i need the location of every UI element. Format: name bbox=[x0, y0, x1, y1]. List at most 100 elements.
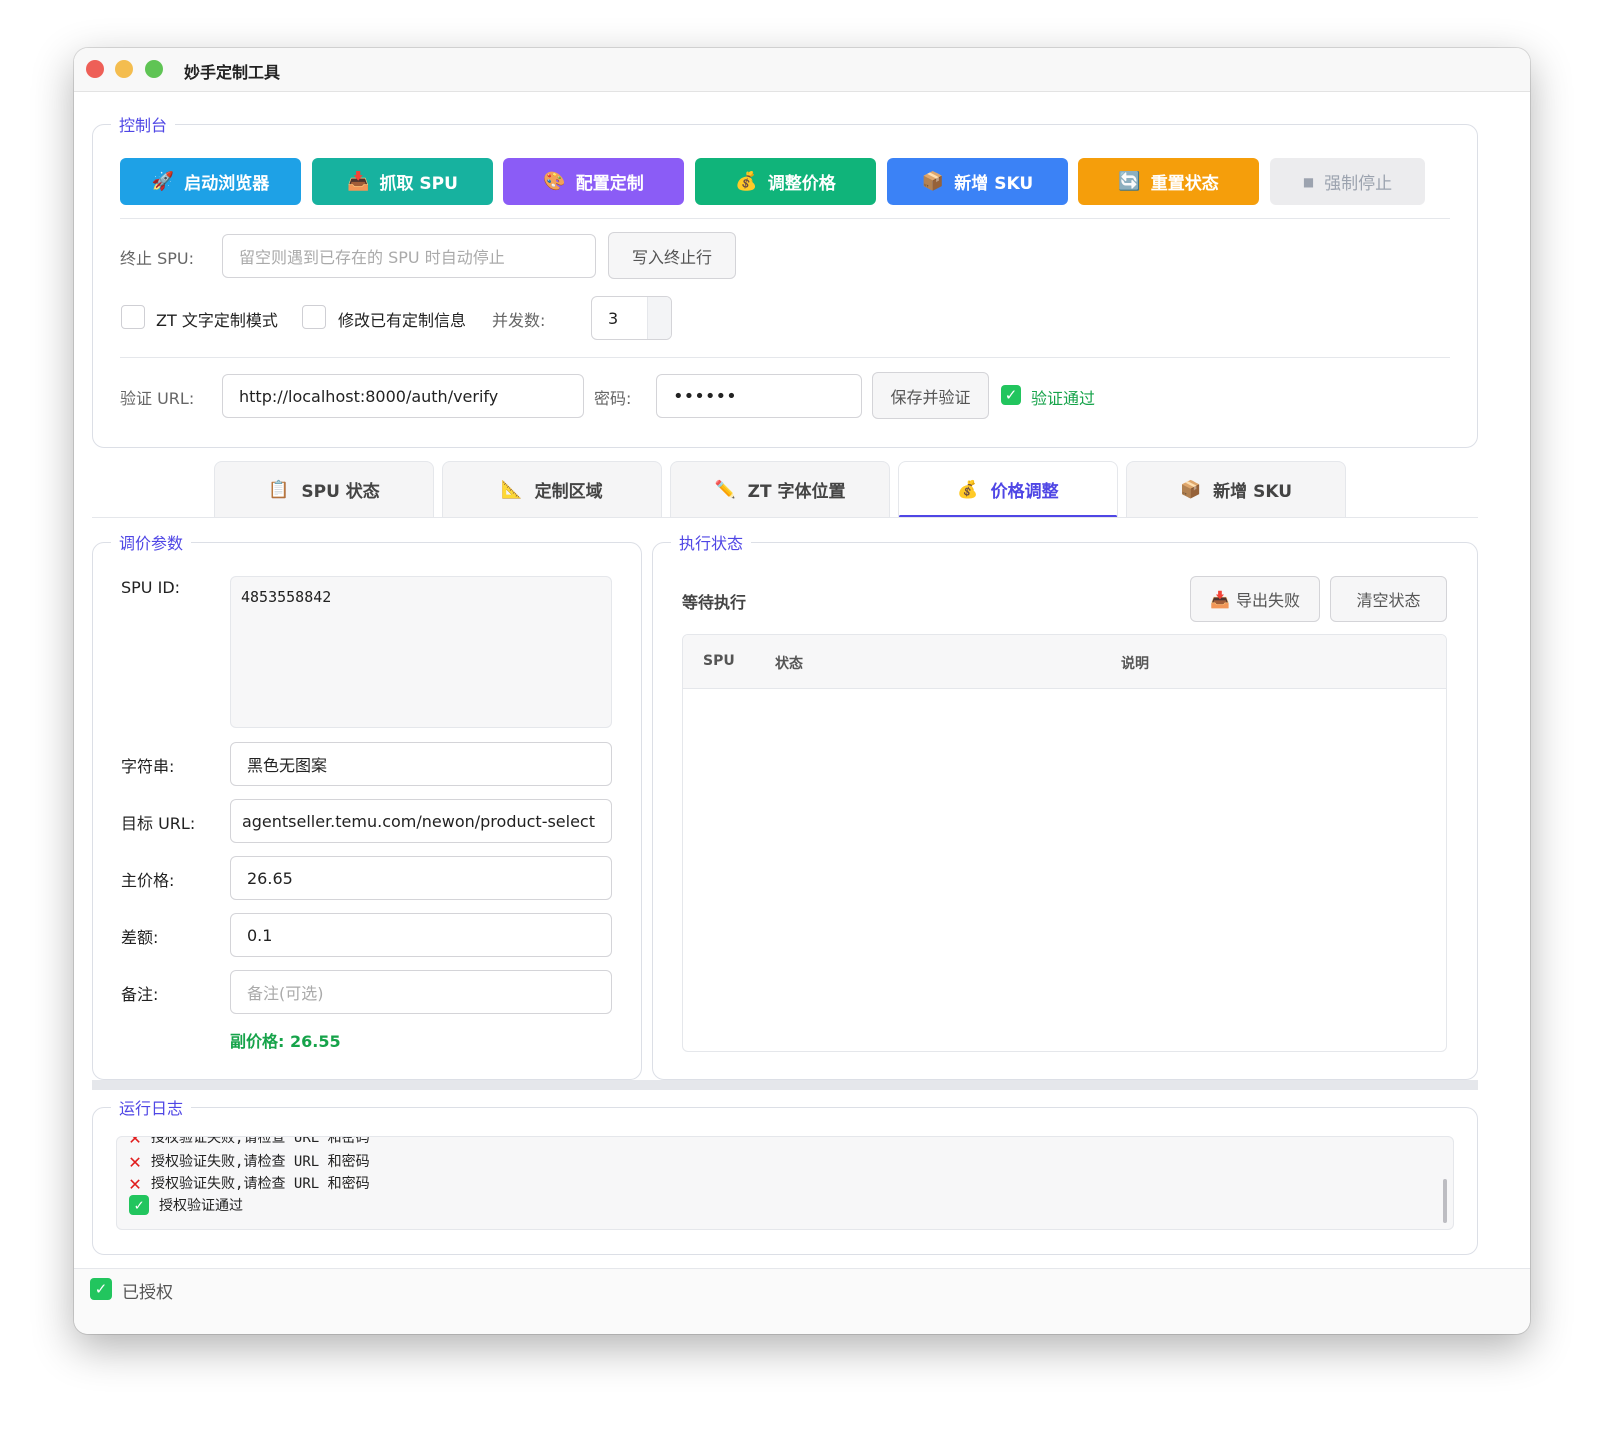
diff-label: 差额: bbox=[121, 928, 159, 947]
tab-spu-status[interactable]: 📋 SPU 状态 bbox=[214, 461, 434, 517]
concurrency-value: 3 bbox=[608, 308, 619, 328]
tab-custom-area[interactable]: 📐 定制区域 bbox=[442, 461, 662, 517]
target-url-input[interactable]: agentseller.temu.com/newon/product-selec… bbox=[230, 799, 612, 843]
zt-mode-label: ZT 文字定制模式 bbox=[156, 311, 278, 330]
save-verify-button[interactable]: 保存并验证 bbox=[872, 372, 989, 419]
log-scrollbar[interactable] bbox=[1443, 1179, 1447, 1223]
splitter-handle[interactable] bbox=[92, 1080, 1478, 1090]
concurrency-label: 并发数: bbox=[492, 311, 546, 330]
run-log-title: 运行日志 bbox=[111, 1095, 192, 1119]
log-line-text: 授权验证通过 bbox=[159, 1198, 243, 1214]
tab-spu-status-icon: 📋 bbox=[268, 479, 290, 500]
config-custom-button[interactable]: 🎨 配置定制 bbox=[503, 158, 684, 205]
note-input[interactable]: 备注(可选) bbox=[230, 970, 612, 1014]
authorized-check-icon: ✓ bbox=[90, 1278, 112, 1300]
reset-status-icon: 🔄 bbox=[1118, 171, 1141, 192]
launch-browser-label: 启动浏览器 bbox=[184, 174, 270, 194]
log-line-text: 授权验证失败,请检查 URL 和密码 bbox=[151, 1176, 370, 1192]
reset-status-label: 重置状态 bbox=[1150, 174, 1219, 194]
diff-input[interactable]: 0.1 bbox=[230, 913, 612, 957]
tab-price-adjust-icon: 💰 bbox=[957, 479, 979, 500]
tab-price-adjust-label: 价格调整 bbox=[990, 482, 1059, 502]
add-sku-icon: 📦 bbox=[921, 171, 945, 192]
verify-status-check-icon: ✓ bbox=[1001, 385, 1021, 405]
tab-custom-area-icon: 📐 bbox=[501, 479, 523, 500]
console-title: 控制台 bbox=[111, 112, 176, 136]
spu-id-label: SPU ID: bbox=[121, 578, 181, 597]
exec-status-table: SPU 状态 说明 bbox=[682, 634, 1447, 1052]
spu-id-value: 4853558842 bbox=[241, 588, 332, 606]
tab-zt-font-position-icon: ✏️ bbox=[714, 479, 736, 500]
log-line-text: 授权验证失败,请检查 URL 和密码 bbox=[151, 1136, 370, 1146]
title-bar: 妙手定制工具 bbox=[74, 48, 1530, 92]
error-cross-icon: ✕ bbox=[129, 1149, 142, 1173]
error-cross-icon: ✕ bbox=[129, 1136, 142, 1149]
config-custom-label: 配置定制 bbox=[575, 174, 644, 194]
note-label: 备注: bbox=[121, 985, 159, 1004]
write-stop-button[interactable]: 写入终止行 bbox=[608, 232, 736, 279]
stop-spu-label: 终止 SPU: bbox=[120, 249, 194, 268]
add-sku-button[interactable]: 📦 新增 SKU bbox=[887, 158, 1068, 205]
exec-status-title: 执行状态 bbox=[671, 530, 752, 554]
string-input[interactable]: 黑色无图案 bbox=[230, 742, 612, 786]
close-window-button[interactable] bbox=[86, 60, 104, 78]
minimize-window-button[interactable] bbox=[115, 60, 133, 78]
log-line: ✓ 授权验证通过 bbox=[129, 1195, 243, 1215]
adjust-price-button[interactable]: 💰 调整价格 bbox=[695, 158, 876, 205]
force-stop-label: 强制停止 bbox=[1324, 174, 1393, 194]
adjust-price-icon: 💰 bbox=[735, 171, 758, 192]
verify-url-input[interactable]: http://localhost:8000/auth/verify bbox=[222, 374, 584, 418]
verify-status-text: 验证通过 bbox=[1031, 389, 1096, 408]
toolbar-divider bbox=[120, 218, 1450, 219]
log-line-text: 授权验证失败,请检查 URL 和密码 bbox=[151, 1154, 370, 1170]
modify-existing-label: 修改已有定制信息 bbox=[338, 311, 467, 330]
exec-status-text: 等待执行 bbox=[682, 593, 747, 612]
log-line: ✕ 授权验证失败,请检查 URL 和密码 bbox=[129, 1173, 370, 1193]
main-price-label: 主价格: bbox=[121, 871, 175, 890]
error-cross-icon: ✕ bbox=[129, 1171, 142, 1195]
fetch-spu-button[interactable]: 📥 抓取 SPU bbox=[312, 158, 493, 205]
stop-spu-input[interactable]: 留空则遇到已存在的 SPU 时自动停止 bbox=[222, 234, 596, 278]
sub-price-text: 副价格: 26.55 bbox=[230, 1032, 341, 1051]
column-header-status[interactable]: 状态 bbox=[775, 653, 803, 673]
window-title: 妙手定制工具 bbox=[184, 63, 281, 82]
fetch-spu-label: 抓取 SPU bbox=[379, 174, 458, 194]
price-params-title: 调价参数 bbox=[111, 530, 192, 554]
launch-browser-button[interactable]: 🚀 启动浏览器 bbox=[120, 158, 301, 205]
force-stop-icon: ■ bbox=[1302, 174, 1315, 189]
spu-id-textarea[interactable]: 4853558842 bbox=[230, 576, 612, 728]
run-log-output[interactable]: ✕ 授权验证失败,请检查 URL 和密码 ✕ 授权验证失败,请检查 URL 和密码 ✕ 授… bbox=[116, 1136, 1454, 1230]
zoom-window-button[interactable] bbox=[145, 60, 163, 78]
modify-existing-checkbox[interactable] bbox=[302, 305, 326, 329]
export-icon: 📥 bbox=[1210, 589, 1230, 609]
statusbar-text: 已授权 bbox=[122, 1283, 173, 1303]
zt-mode-checkbox[interactable] bbox=[121, 305, 145, 329]
export-failed-button[interactable]: 📥 导出失败 bbox=[1190, 576, 1320, 622]
export-failed-label: 导出失败 bbox=[1235, 591, 1300, 610]
tab-zt-font-position-label: ZT 字体位置 bbox=[747, 482, 846, 502]
verify-url-label: 验证 URL: bbox=[120, 389, 195, 408]
tab-price-adjust[interactable]: 💰 价格调整 bbox=[898, 461, 1118, 518]
main-price-input[interactable]: 26.65 bbox=[230, 856, 612, 900]
config-custom-icon: 🎨 bbox=[543, 171, 566, 192]
target-url-label: 目标 URL: bbox=[121, 814, 196, 833]
column-header-desc[interactable]: 说明 bbox=[1121, 653, 1149, 673]
string-label: 字符串: bbox=[121, 757, 175, 776]
success-check-icon: ✓ bbox=[129, 1195, 149, 1215]
log-line: ✕ 授权验证失败,请检查 URL 和密码 bbox=[129, 1151, 370, 1171]
concurrency-spinbox[interactable]: 3 bbox=[591, 296, 672, 340]
password-input[interactable]: •••••• bbox=[656, 374, 862, 418]
tab-add-sku[interactable]: 📦 新增 SKU bbox=[1126, 461, 1346, 517]
tab-zt-font-position[interactable]: ✏️ ZT 字体位置 bbox=[670, 461, 890, 517]
reset-status-button[interactable]: 🔄 重置状态 bbox=[1078, 158, 1259, 205]
table-header-row: SPU 状态 说明 bbox=[683, 635, 1446, 689]
column-header-spu[interactable]: SPU bbox=[703, 653, 735, 669]
clear-status-button[interactable]: 清空状态 bbox=[1330, 576, 1447, 622]
tab-spu-status-label: SPU 状态 bbox=[301, 482, 380, 502]
adjust-price-label: 调整价格 bbox=[767, 174, 836, 194]
force-stop-button[interactable]: ■ 强制停止 bbox=[1270, 158, 1425, 205]
app-window: 妙手定制工具 控制台 🚀 启动浏览器 📥 抓取 SPU 🎨 配置定制 💰 调整价格 📦 新增 SK… bbox=[74, 48, 1530, 1334]
add-sku-label: 新增 SKU bbox=[954, 174, 1034, 194]
spin-buttons[interactable] bbox=[647, 297, 671, 339]
fetch-spu-icon: 📥 bbox=[347, 171, 370, 192]
